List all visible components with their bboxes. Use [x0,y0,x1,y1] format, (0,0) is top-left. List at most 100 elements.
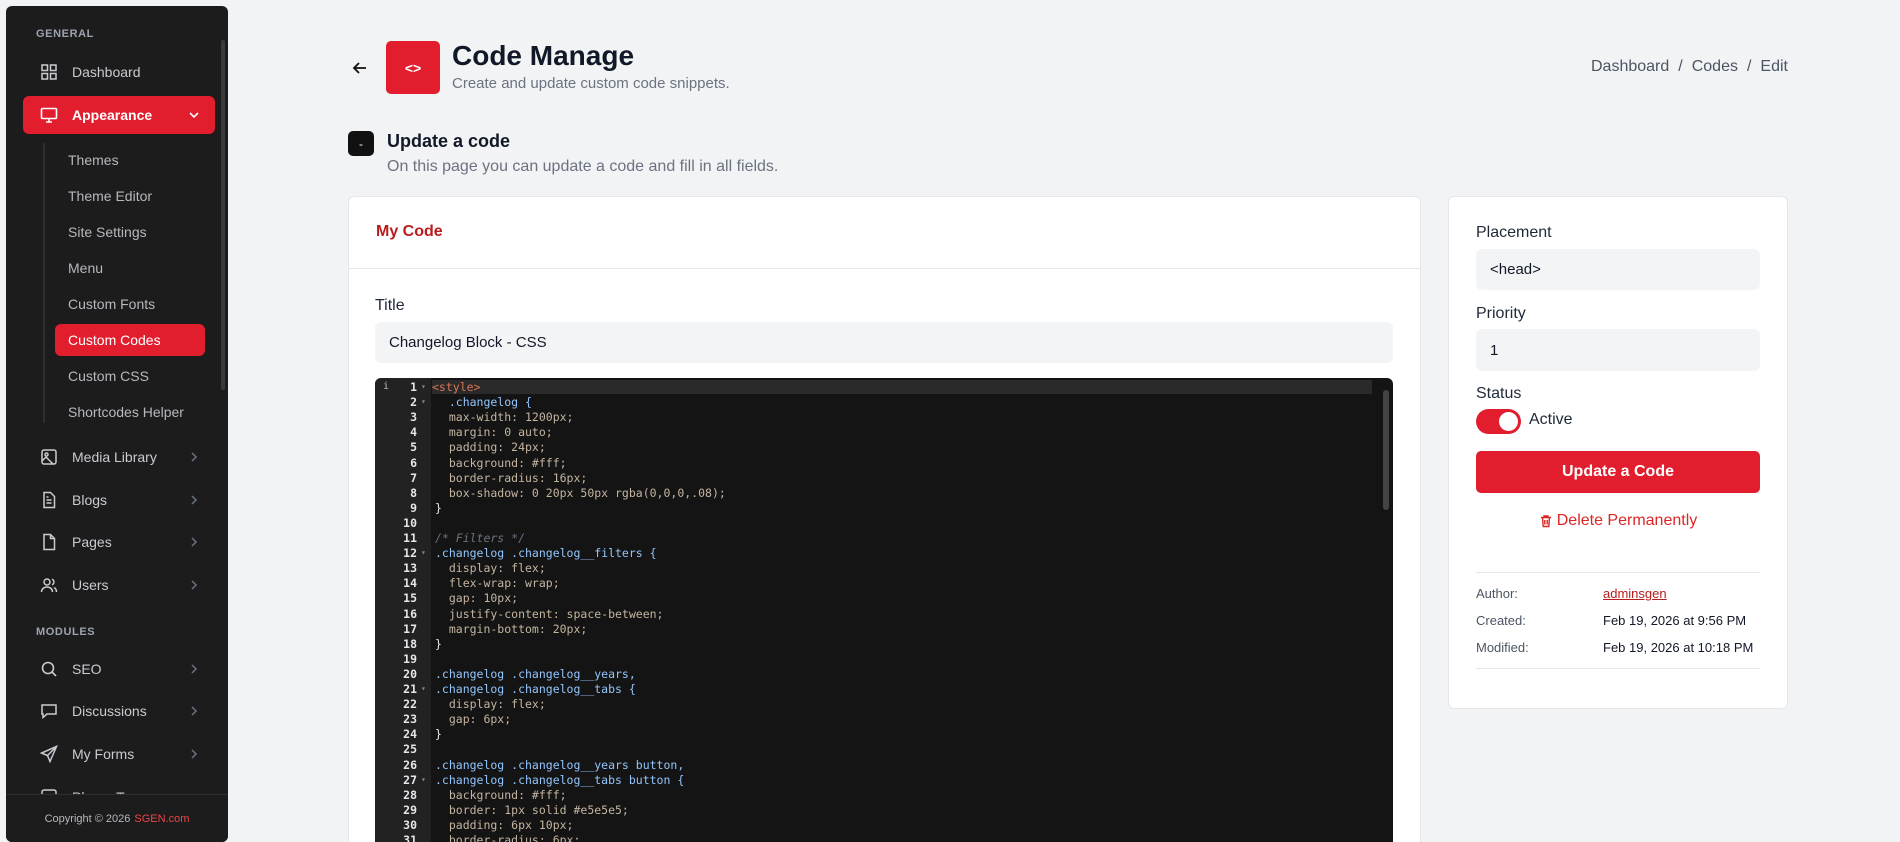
code-line: flex-wrap: wrap; [435,576,560,591]
line-number: 30 [403,817,417,832]
chevron-right-icon [191,537,198,547]
code-line: margin-bottom: 20px; [435,621,588,636]
submenu-item-custom-css[interactable]: Custom CSS [55,360,205,392]
line-number: 12 [403,546,417,561]
editor-scrollbar[interactable] [1383,390,1389,510]
line-number: 22 [403,697,417,712]
collapse-button[interactable]: - [348,131,374,156]
fold-toggle[interactable]: ▾ [421,684,426,693]
code-line: gap: 10px; [435,591,519,606]
fold-toggle[interactable]: ▾ [421,382,426,391]
send-icon [40,745,58,763]
sidebar-item-seo[interactable]: SEO [23,650,215,688]
fold-toggle[interactable]: ▾ [421,775,426,784]
breadcrumb-dashboard[interactable]: Dashboard [1591,58,1669,75]
code-line: .changelog .changelog__filters { [435,546,657,561]
document-icon [40,491,58,509]
submenu-line [43,143,45,423]
chat-icon [40,702,58,720]
line-number: 18 [403,636,417,651]
update-button[interactable]: Update a Code [1476,451,1760,493]
submenu-item-site-settings[interactable]: Site Settings [55,216,205,248]
back-arrow-icon[interactable] [352,60,368,76]
line-number: 21 [403,682,417,696]
monitor-icon [40,106,58,124]
code-line: <style> [432,380,1372,394]
line-number: 15 [403,591,417,606]
sidebar-item-label: Pages [72,534,112,550]
title-input[interactable]: Changelog Block - CSS [375,322,1393,363]
card-title: My Code [376,223,443,240]
copyright-link[interactable]: SGEN.com [134,813,189,825]
fold-toggle[interactable]: ▾ [421,548,426,557]
code-line: .changelog .changelog__years, [435,666,636,681]
submenu-item-menu[interactable]: Menu [55,252,205,284]
modified-value: Feb 19, 2026 at 10:18 PM [1603,640,1754,655]
code-line: background: #fff; [435,787,567,802]
line-number: 23 [403,712,417,727]
line-number: 25 [403,742,417,757]
sidebar-item-media-library[interactable]: Media Library [23,438,215,476]
line-number: 10 [403,515,417,530]
code-line: /* Filters */ [435,531,526,545]
sidebar-item-appearance[interactable]: Appearance [23,96,215,134]
code-line: } [435,500,442,515]
placement-select[interactable]: <head> [1476,249,1760,290]
sidebar-item-label: Users [72,577,109,593]
code-line: border-radius: 16px; [435,470,588,485]
delete-label: Delete Permanently [1556,512,1698,529]
sidebar-item-discussions[interactable]: Discussions [23,692,215,730]
placement-label: Placement [1476,224,1552,241]
divider [1476,668,1760,669]
users-icon [40,576,58,594]
sidebar-item-dashboard[interactable]: Dashboard [23,53,215,91]
code-line: border: 1px solid #e5e5e5; [435,802,629,817]
code-line: box-shadow: 0 20px 50px rgba(0,0,0,.08); [435,485,726,500]
modified-label: Modified: [1476,640,1529,655]
breadcrumb-codes[interactable]: Codes [1692,58,1738,75]
code-line: padding: 24px; [435,440,546,455]
line-number: 31 [403,833,417,842]
status-value: Active [1529,411,1573,428]
code-logo: <> [386,41,440,94]
section-modules-label: MODULES [36,626,96,638]
code-line: display: flex; [435,697,546,712]
line-number: 29 [403,802,417,817]
breadcrumb: Dashboard / Codes / Edit [1590,58,1788,75]
chevron-down-icon [189,112,199,119]
priority-input[interactable]: 1 [1476,329,1760,371]
submenu-item-custom-codes[interactable]: Custom Codes [55,324,205,356]
sidebar-item-label: Media Library [72,449,157,465]
status-toggle[interactable] [1476,409,1521,434]
page-title: Code Manage [452,40,635,71]
submenu-item-shortcodes-helper[interactable]: Shortcodes Helper [55,396,205,428]
line-number: 19 [403,651,417,666]
sidebar-item-users[interactable]: Users [23,566,215,604]
submenu-item-custom-fonts[interactable]: Custom Fonts [55,288,205,320]
code-line: .changelog { [435,395,532,410]
sidebar-item-pages[interactable]: Pages [23,523,215,561]
sidebar-item-label: Discussions [72,703,147,719]
code-icon: <> [404,59,422,76]
status-label: Status [1476,385,1522,402]
sidebar-item-blogs[interactable]: Blogs [23,481,215,519]
code-editor[interactable]: i 1 ▾ <style> 2 ▾ .changelog {3 max-width: 1… [375,378,1393,842]
sidebar-item-my-forms[interactable]: My Forms [23,735,215,773]
sidebar-item-label: SEO [72,661,102,677]
submenu-item-themes[interactable]: Themes [55,144,205,176]
fold-toggle[interactable]: ▾ [421,397,426,406]
chevron-right-icon [191,749,198,759]
line-number: 7 [410,470,417,485]
sidebar-item-label: Dashboard [72,64,141,80]
line-number: 5 [410,440,417,455]
submenu-item-theme-editor[interactable]: Theme Editor [55,180,205,212]
copyright: Copyright © 2026 SGEN.com [6,794,228,842]
author-link[interactable]: adminsgen [1603,586,1667,601]
delete-button[interactable]: Delete Permanently [1476,512,1760,530]
code-line: gap: 6px; [435,712,512,727]
line-number: 16 [403,606,417,621]
line-number: 11 [403,531,417,545]
search-icon [40,660,58,678]
created-label: Created: [1476,613,1526,628]
sidebar-scrollbar[interactable] [221,40,225,390]
